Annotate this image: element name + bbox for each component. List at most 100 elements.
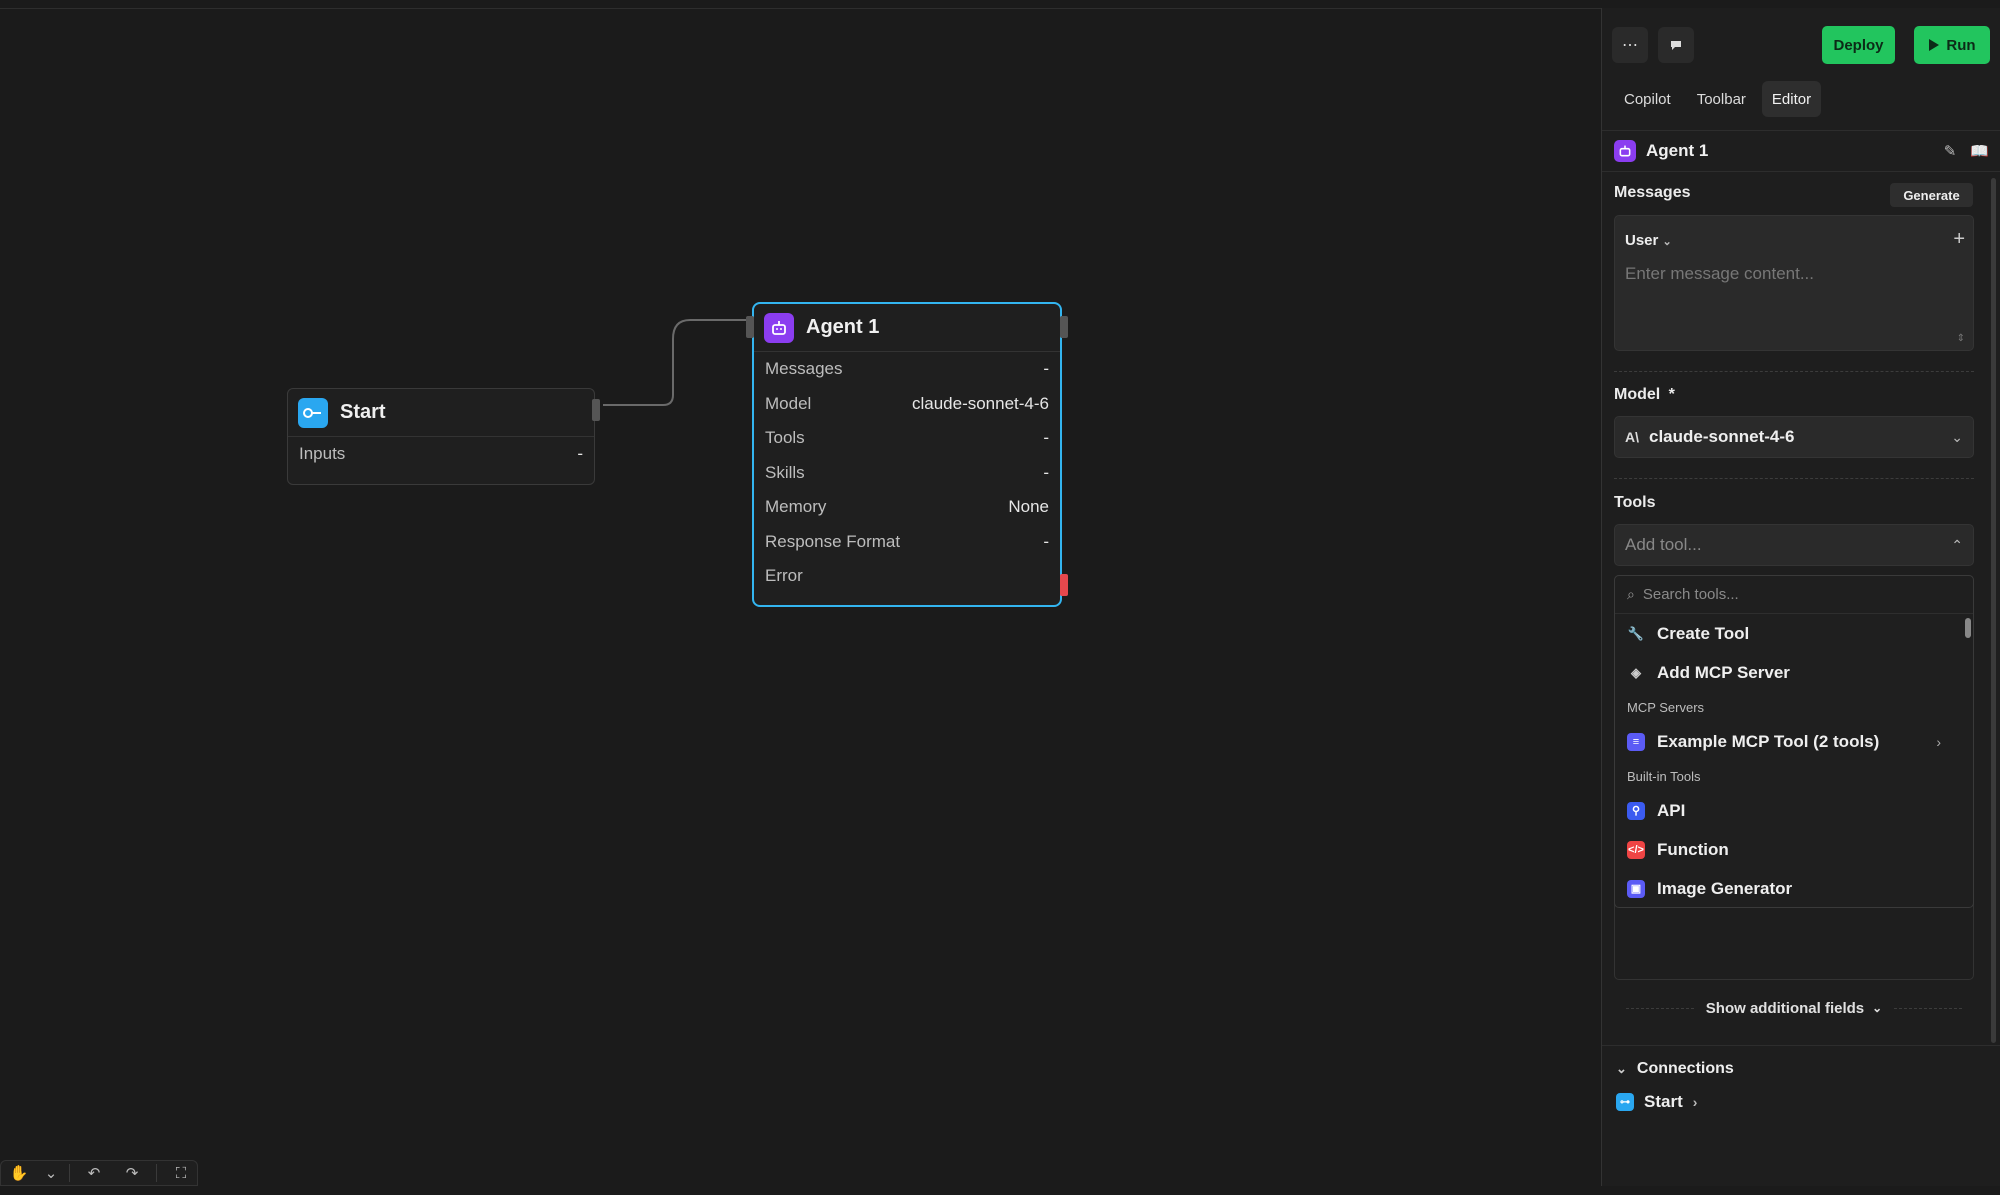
divider [1626, 1007, 1694, 1009]
chevron-down-icon: ⌄ [1662, 236, 1672, 248]
chevron-right-icon: › [1936, 733, 1941, 750]
run-button[interactable]: Run [1914, 26, 1990, 64]
show-additional-fields-label: Show additional fields [1705, 999, 1865, 1017]
panel-scrollbar[interactable] [1991, 178, 1996, 1043]
code-icon: </> [1627, 840, 1645, 859]
mcp-section-label: MCP Servers [1627, 699, 1705, 715]
row-label: Skills [765, 462, 805, 482]
docs-icon[interactable]: 📖 [1970, 142, 1989, 160]
tools-label: Tools [1614, 494, 1656, 511]
item-label: Create Tool [1657, 623, 1750, 643]
chevron-down-icon[interactable]: ⌄ [43, 1160, 59, 1186]
row-label: Model [765, 393, 812, 413]
chat-bubble-icon[interactable] [1658, 27, 1694, 63]
model-value: claude-sonnet-4-6 [1649, 427, 1795, 446]
builtin-tool-image-generator[interactable]: ▣ Image Generator [1615, 869, 1973, 907]
start-node[interactable]: Start Inputs - [287, 388, 600, 485]
image-icon: ▣ [1627, 879, 1645, 898]
show-additional-fields[interactable]: Show additional fields ⌄ [1614, 998, 1974, 1018]
agent-input-handle[interactable] [746, 316, 754, 338]
workflow-canvas[interactable]: Start Inputs - Agent 1 Messages - Model … [0, 8, 1601, 1194]
item-label: Example MCP Tool (2 tools) [1657, 731, 1880, 751]
top-border [0, 0, 2000, 8]
tab-copilot[interactable]: Copilot [1614, 81, 1681, 117]
canvas-toolbar: ✋ ⌄ ↶ ↷ ⛶ [0, 1160, 198, 1186]
connections-label: Connections [1636, 1060, 1734, 1077]
agent-node-header: Agent 1 [754, 304, 1060, 352]
add-message-icon[interactable]: + [1953, 228, 1965, 251]
add-tool-placeholder: Add tool... [1625, 535, 1702, 554]
role-selector[interactable]: User ⌄ [1625, 232, 1672, 249]
divider [1614, 371, 1974, 372]
agent-node[interactable]: Agent 1 Messages - Model claude-sonnet-4… [746, 302, 1068, 607]
chevron-down-icon: ⌄ [1872, 1001, 1883, 1015]
connection-item-start[interactable]: ⊶ Start › [1602, 1078, 2000, 1112]
item-label: Function [1657, 839, 1729, 859]
chevron-right-icon: › [1692, 1094, 1698, 1110]
wrench-icon: 🔧 [1627, 625, 1645, 641]
item-label: Image Generator [1657, 878, 1793, 898]
block-header: Agent 1 ✎ 📖 [1602, 130, 2000, 172]
row-value: - [1043, 359, 1049, 379]
add-tool-select[interactable]: Add tool... ⌃ [1614, 524, 1974, 566]
row-value: - [1043, 428, 1049, 448]
anthropic-icon: A\ [1625, 429, 1639, 445]
tools-dropdown: ⌕ Search tools... 🔧 Create Tool ◈ Add MC… [1614, 575, 1974, 908]
dropdown-scrollbar[interactable] [1965, 618, 1971, 638]
role-label: User [1625, 232, 1659, 249]
add-mcp-server-item[interactable]: ◈ Add MCP Server [1615, 653, 1973, 692]
block-title: Agent 1 [1646, 141, 1709, 160]
play-icon [1929, 39, 1940, 51]
row-label: Inputs [299, 444, 346, 464]
server-icon: ≡ [1627, 732, 1645, 751]
row-value: - [1043, 462, 1049, 482]
row-label: Error [765, 566, 803, 586]
robot-icon [764, 312, 794, 343]
connection-label: Start [1644, 1092, 1683, 1111]
builtin-tool-api[interactable]: ⚲ API [1615, 791, 1973, 830]
agent-node-title: Agent 1 [806, 316, 880, 338]
row-label: Memory [765, 497, 827, 517]
connections-section: ⌄ Connections ⊶ Start › [1602, 1045, 2000, 1112]
tool-search[interactable]: ⌕ Search tools... [1615, 576, 1973, 614]
more-options-icon[interactable]: ⋯ [1612, 27, 1648, 63]
generate-button[interactable]: Generate [1890, 183, 1973, 207]
item-label: API [1657, 800, 1686, 820]
agent-row-memory: Memory None [754, 490, 1060, 525]
fit-view-icon[interactable]: ⛶ [167, 1160, 195, 1186]
mcp-server-item[interactable]: ≡ Example MCP Tool (2 tools) › [1615, 722, 1973, 761]
start-node-title: Start [340, 401, 386, 423]
edit-icon[interactable]: ✎ [1944, 142, 1957, 160]
message-input-placeholder[interactable]: Enter message content... [1625, 264, 1814, 284]
panel-topbar: ⋯ Deploy Run [1612, 26, 1990, 64]
agent-row-messages: Messages - [754, 352, 1060, 387]
agent-output-handle[interactable] [1060, 316, 1068, 338]
connections-toggle[interactable]: ⌄ Connections [1602, 1046, 2000, 1078]
message-editor[interactable]: User ⌄ + Enter message content... ⇕ [1614, 215, 1974, 351]
hand-icon[interactable]: ✋ [5, 1160, 33, 1186]
divider [69, 1164, 70, 1182]
start-node-row-inputs: Inputs - [288, 437, 594, 472]
agent-row-error: Error [754, 559, 1060, 594]
tool-search-placeholder: Search tools... [1642, 586, 1739, 603]
start-output-handle[interactable] [592, 399, 600, 421]
model-select[interactable]: A\ claude-sonnet-4-6 ⌄ [1614, 416, 1974, 458]
undo-icon[interactable]: ↶ [80, 1160, 108, 1186]
deploy-button[interactable]: Deploy [1822, 26, 1895, 64]
builtin-section-label: Built-in Tools [1627, 768, 1701, 784]
resize-handle-icon[interactable]: ⇕ [1957, 333, 1965, 344]
create-tool-item[interactable]: 🔧 Create Tool [1615, 614, 1973, 653]
model-label-text: Model [1614, 386, 1661, 403]
builtin-tool-function[interactable]: </> Function [1615, 830, 1973, 869]
tab-editor[interactable]: Editor [1761, 81, 1822, 117]
row-value: claude-sonnet-4-6 [911, 393, 1049, 413]
start-icon: ⊶ [1616, 1093, 1634, 1111]
agent-error-handle[interactable] [1060, 574, 1068, 596]
redo-icon[interactable]: ↷ [118, 1160, 146, 1186]
robot-icon [1614, 140, 1636, 162]
agent-row-skills: Skills - [754, 456, 1060, 491]
link-icon: ⚲ [1627, 801, 1645, 820]
row-value: - [577, 444, 583, 464]
divider [156, 1164, 157, 1182]
tab-toolbar[interactable]: Toolbar [1687, 81, 1756, 117]
